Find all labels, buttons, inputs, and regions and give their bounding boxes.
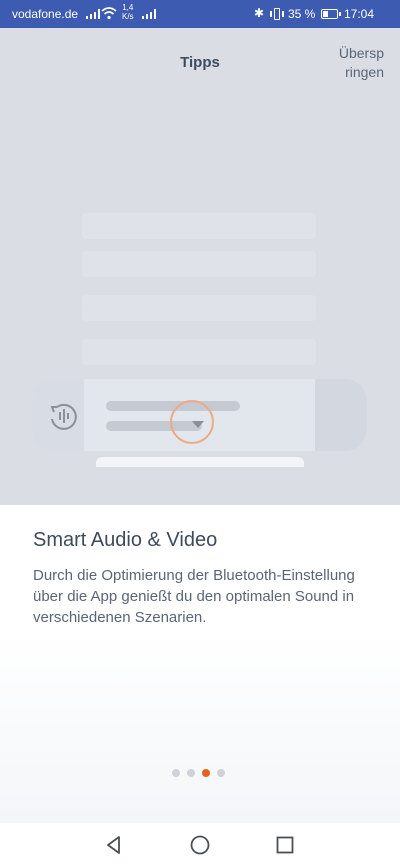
- network-speed: 1,4 K/s: [122, 3, 134, 21]
- tip-heading: Smart Audio & Video: [33, 529, 218, 551]
- clock: 17:04: [344, 7, 375, 21]
- header: Tipps Übersp ringen: [0, 28, 400, 98]
- tip-illustration: [0, 28, 400, 505]
- skip-label-line1: Übersp: [338, 45, 384, 61]
- bluetooth-icon: ✱: [254, 6, 265, 20]
- faded-settings-list: [82, 203, 316, 403]
- skip-button[interactable]: Übersp ringen: [338, 44, 384, 82]
- skip-label-line2: ringen: [345, 64, 384, 80]
- page-indicator: [172, 769, 225, 777]
- carrier-label: vodafone.de: [12, 7, 79, 21]
- speed-unit: K/s: [122, 12, 134, 21]
- back-icon[interactable]: [102, 833, 126, 857]
- tip-description: Durch die Optimierung der Bluetooth-Eins…: [33, 567, 355, 626]
- signal-icon: [142, 9, 157, 19]
- battery-percent: 35 %: [288, 7, 316, 21]
- battery-icon: [321, 9, 341, 19]
- speed-value: 1,4: [122, 3, 134, 12]
- signal-icon: [86, 9, 101, 19]
- tip-content: Smart Audio & Video Durch die Optimierun…: [0, 505, 400, 823]
- vibrate-icon: [270, 8, 284, 20]
- dropdown-arrow-icon: [192, 421, 204, 428]
- smart-audio-card: [32, 379, 367, 467]
- page-dot[interactable]: [187, 769, 195, 777]
- wifi-icon: [101, 7, 117, 20]
- page-dot[interactable]: [172, 769, 180, 777]
- home-icon[interactable]: [188, 833, 212, 857]
- status-bar: vodafone.de 1,4 K/s ✱ 35 % 17:04: [0, 0, 400, 28]
- smart-audio-icon: [50, 403, 77, 430]
- page-dot[interactable]: [217, 769, 225, 777]
- system-nav-bar: [0, 823, 400, 867]
- page-dot-active[interactable]: [202, 769, 210, 777]
- recents-icon[interactable]: [273, 833, 297, 857]
